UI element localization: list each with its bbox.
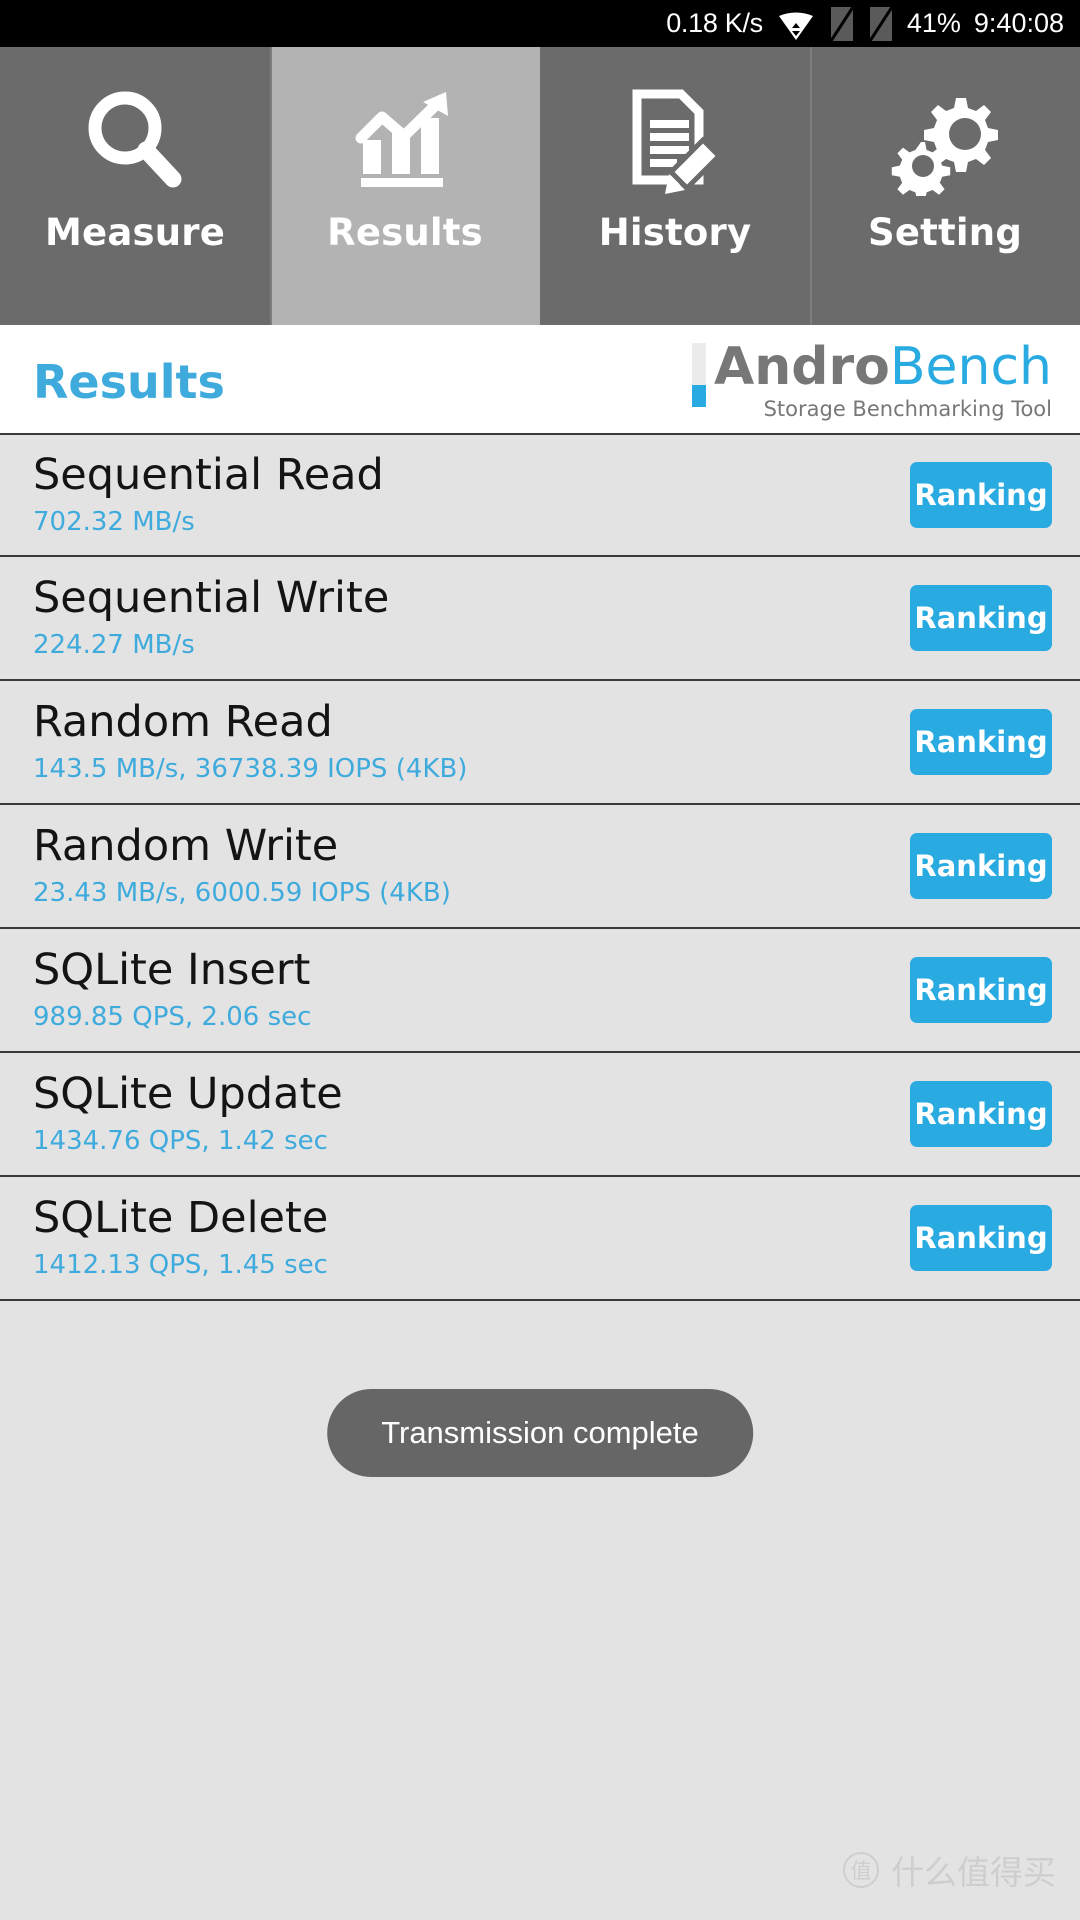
- result-title: Sequential Read: [33, 450, 384, 500]
- result-title: Sequential Write: [33, 573, 390, 623]
- table-row[interactable]: Random Write 23.43 MB/s, 6000.59 IOPS (4…: [0, 805, 1080, 929]
- watermark-badge-icon: 值: [843, 1852, 879, 1888]
- result-title: SQLite Delete: [33, 1193, 329, 1243]
- clock-text: 9:40:08: [973, 8, 1064, 38]
- result-value: 143.5 MB/s, 36738.39 IOPS (4KB): [33, 754, 468, 784]
- logo-secondary-text: Bench: [889, 337, 1052, 397]
- page-title: Results: [33, 355, 225, 409]
- wifi-icon: [776, 8, 816, 40]
- androbench-logo: AndroBench Storage Benchmarking Tool: [691, 337, 1052, 421]
- magnifier-icon: [79, 85, 191, 195]
- result-value: 23.43 MB/s, 6000.59 IOPS (4KB): [33, 878, 451, 908]
- table-row[interactable]: SQLite Update 1434.76 QPS, 1.42 sec Rank…: [0, 1053, 1080, 1177]
- main-tab-bar: Measure Results History Setting: [0, 47, 1080, 325]
- result-title: SQLite Update: [33, 1069, 343, 1119]
- document-pencil-icon: [619, 85, 731, 195]
- tab-measure[interactable]: Measure: [0, 47, 270, 325]
- result-title: Random Read: [33, 697, 333, 747]
- ranking-button[interactable]: Ranking: [910, 1081, 1052, 1147]
- table-row[interactable]: Sequential Write 224.27 MB/s Ranking: [0, 557, 1080, 681]
- ranking-button[interactable]: Ranking: [910, 1205, 1052, 1271]
- status-bar: 0.18 K/s 41% 9:40:08: [0, 0, 1080, 47]
- tab-history-label: History: [598, 211, 752, 254]
- result-value: 224.27 MB/s: [33, 630, 195, 660]
- table-row[interactable]: Random Read 143.5 MB/s, 36738.39 IOPS (4…: [0, 681, 1080, 805]
- table-row[interactable]: SQLite Delete 1412.13 QPS, 1.45 sec Rank…: [0, 1177, 1080, 1301]
- network-speed-text: 0.18 K/s: [666, 8, 763, 38]
- tab-results-label: Results: [327, 211, 483, 254]
- results-list: Sequential Read 702.32 MB/s Ranking Sequ…: [0, 433, 1080, 1301]
- tab-measure-label: Measure: [45, 211, 225, 254]
- gears-icon: [889, 85, 1001, 196]
- tab-results[interactable]: Results: [270, 47, 540, 325]
- logo-bar-icon: [691, 343, 706, 407]
- watermark: 值 什么值得买: [843, 1846, 1056, 1894]
- bar-chart-arrow-icon: [349, 85, 461, 195]
- app-screen: 0.18 K/s 41% 9:40:08 Measure Results His…: [0, 0, 1080, 1920]
- watermark-text: 什么值得买: [891, 1853, 1056, 1892]
- ranking-button[interactable]: Ranking: [910, 957, 1052, 1023]
- result-value: 989.85 QPS, 2.06 sec: [33, 1002, 312, 1032]
- toast-message: Transmission complete: [327, 1389, 753, 1477]
- ranking-button[interactable]: Ranking: [910, 585, 1052, 651]
- result-title: Random Write: [33, 821, 339, 871]
- ranking-button[interactable]: Ranking: [910, 833, 1052, 899]
- tab-setting[interactable]: Setting: [810, 47, 1080, 325]
- page-header: Results AndroBench Storage Benchmarking …: [0, 325, 1080, 433]
- result-value: 1434.76 QPS, 1.42 sec: [33, 1126, 328, 1156]
- logo-primary-text: Andro: [713, 337, 890, 397]
- result-value: 1412.13 QPS, 1.45 sec: [33, 1250, 328, 1280]
- sim2-icon: [868, 6, 894, 41]
- ranking-button[interactable]: Ranking: [910, 462, 1052, 528]
- battery-percent-text: 41%: [906, 8, 961, 38]
- result-title: SQLite Insert: [33, 945, 311, 995]
- sim1-icon: [829, 6, 855, 41]
- tab-history[interactable]: History: [540, 47, 810, 325]
- result-value: 702.32 MB/s: [33, 507, 195, 537]
- logo-subtitle: Storage Benchmarking Tool: [763, 397, 1052, 421]
- table-row[interactable]: SQLite Insert 989.85 QPS, 2.06 sec Ranki…: [0, 929, 1080, 1053]
- toast-area: Transmission complete: [0, 1301, 1080, 1721]
- tab-setting-label: Setting: [867, 211, 1023, 254]
- ranking-button[interactable]: Ranking: [910, 709, 1052, 775]
- table-row[interactable]: Sequential Read 702.32 MB/s Ranking: [0, 433, 1080, 557]
